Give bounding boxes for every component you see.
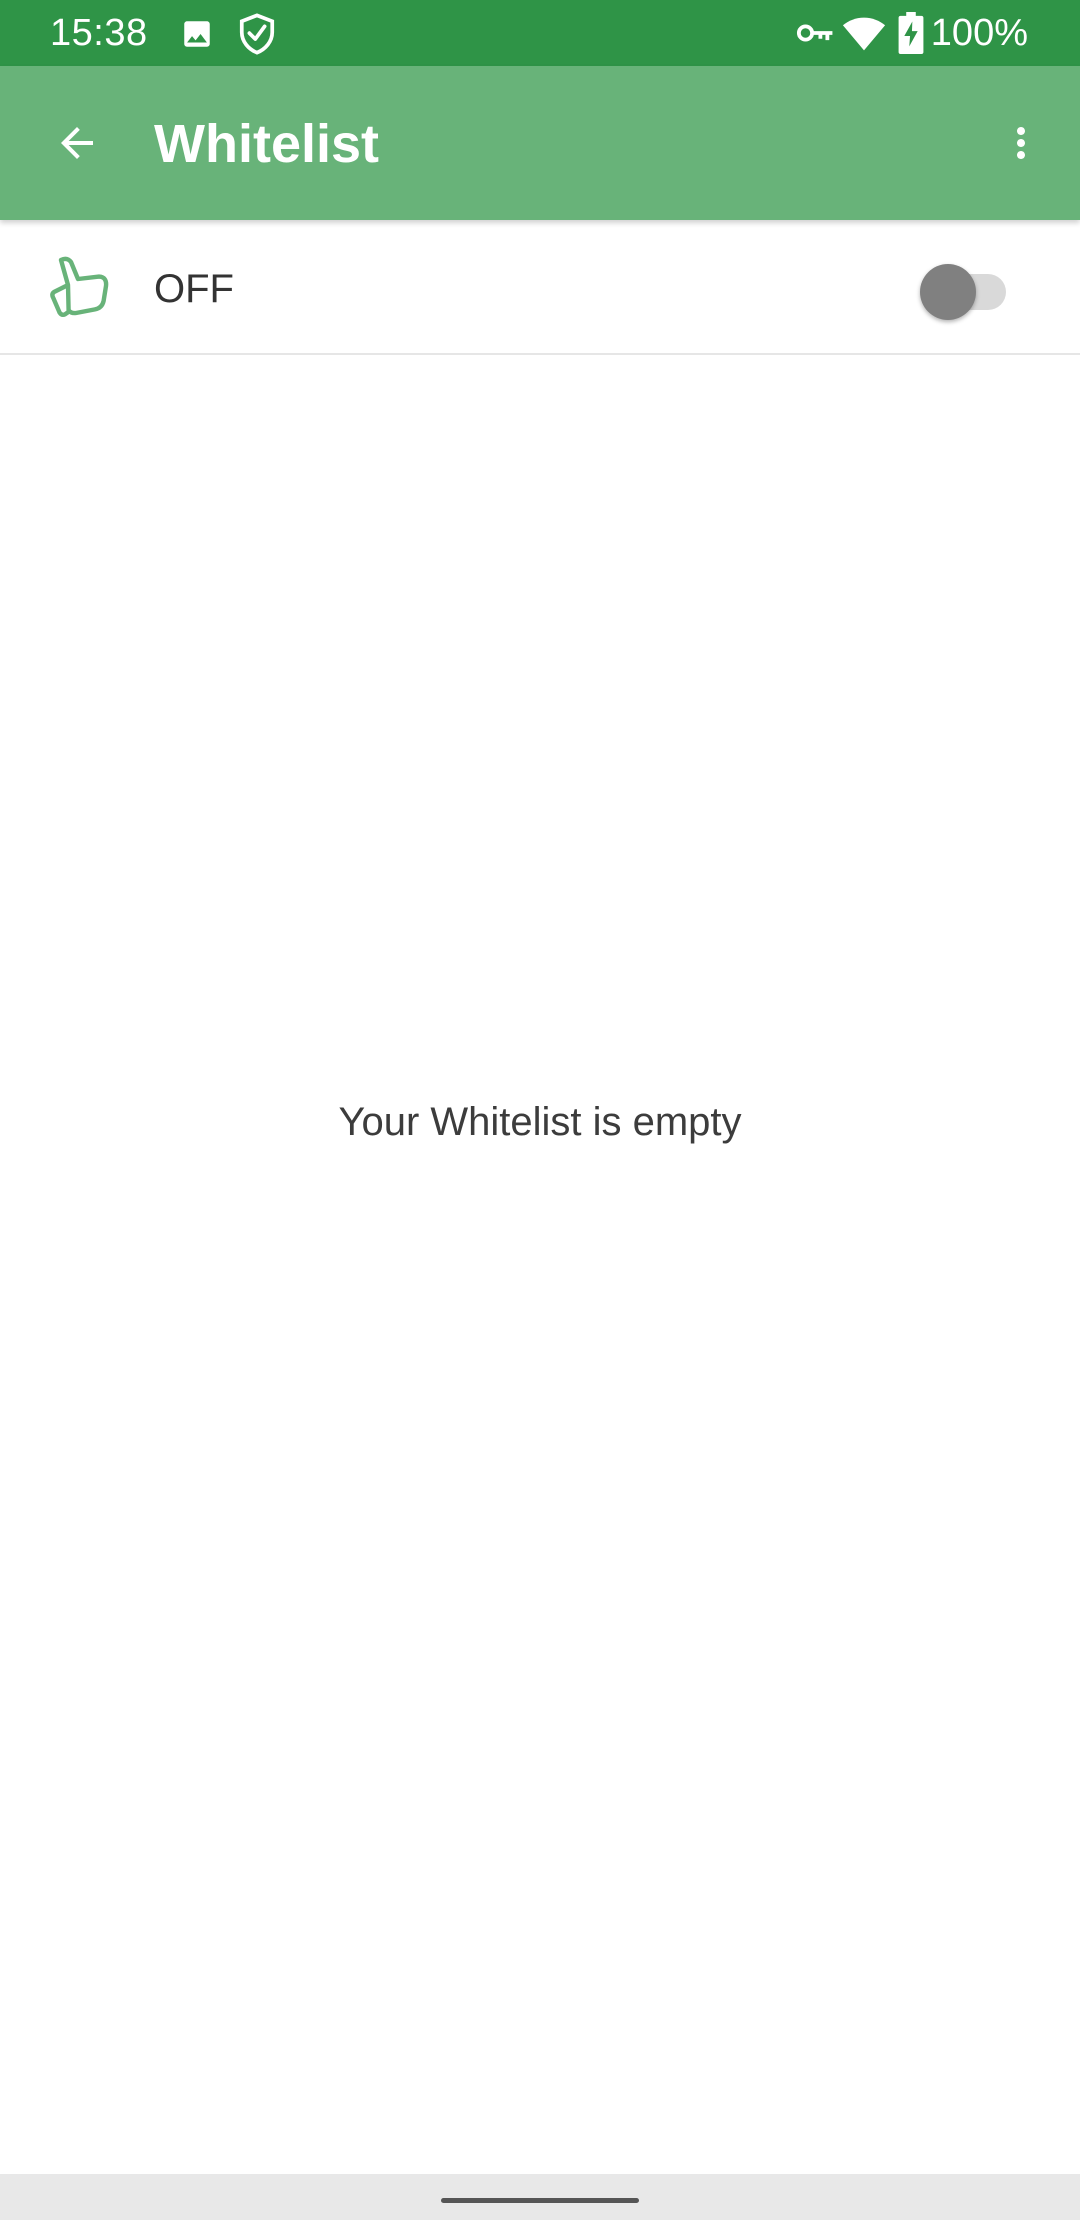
status-time: 15:38: [50, 12, 148, 54]
wifi-icon: [842, 17, 886, 51]
back-button[interactable]: [36, 102, 118, 184]
home-gesture-handle[interactable]: [441, 2198, 639, 2203]
battery-percentage: 100%: [930, 12, 1028, 54]
more-vert-icon: [1017, 127, 1025, 159]
image-icon: [184, 21, 210, 47]
thumbs-up-icon: [50, 256, 109, 317]
status-bar: 15:38 100%: [0, 0, 1080, 66]
screen: 15:38 100% Whitelist OFF Your Whitelist …: [0, 0, 1080, 2220]
vpn-key-icon: [796, 24, 833, 42]
toggle-status-label: OFF: [154, 267, 234, 311]
page-title: Whitelist: [154, 114, 379, 174]
whitelist-toggle-row[interactable]: OFF: [0, 220, 1080, 355]
navigation-bar: [0, 2174, 1080, 2220]
arrow-back-icon: [61, 127, 93, 159]
app-bar: Whitelist: [0, 66, 1080, 220]
empty-state-message: Your Whitelist is empty: [338, 1100, 742, 1144]
switch-knob: [920, 264, 976, 320]
shield-check-icon: [239, 13, 275, 55]
whitelist-switch[interactable]: [920, 264, 1006, 320]
battery-charging-icon: [898, 12, 924, 54]
more-options-button[interactable]: [980, 102, 1062, 184]
